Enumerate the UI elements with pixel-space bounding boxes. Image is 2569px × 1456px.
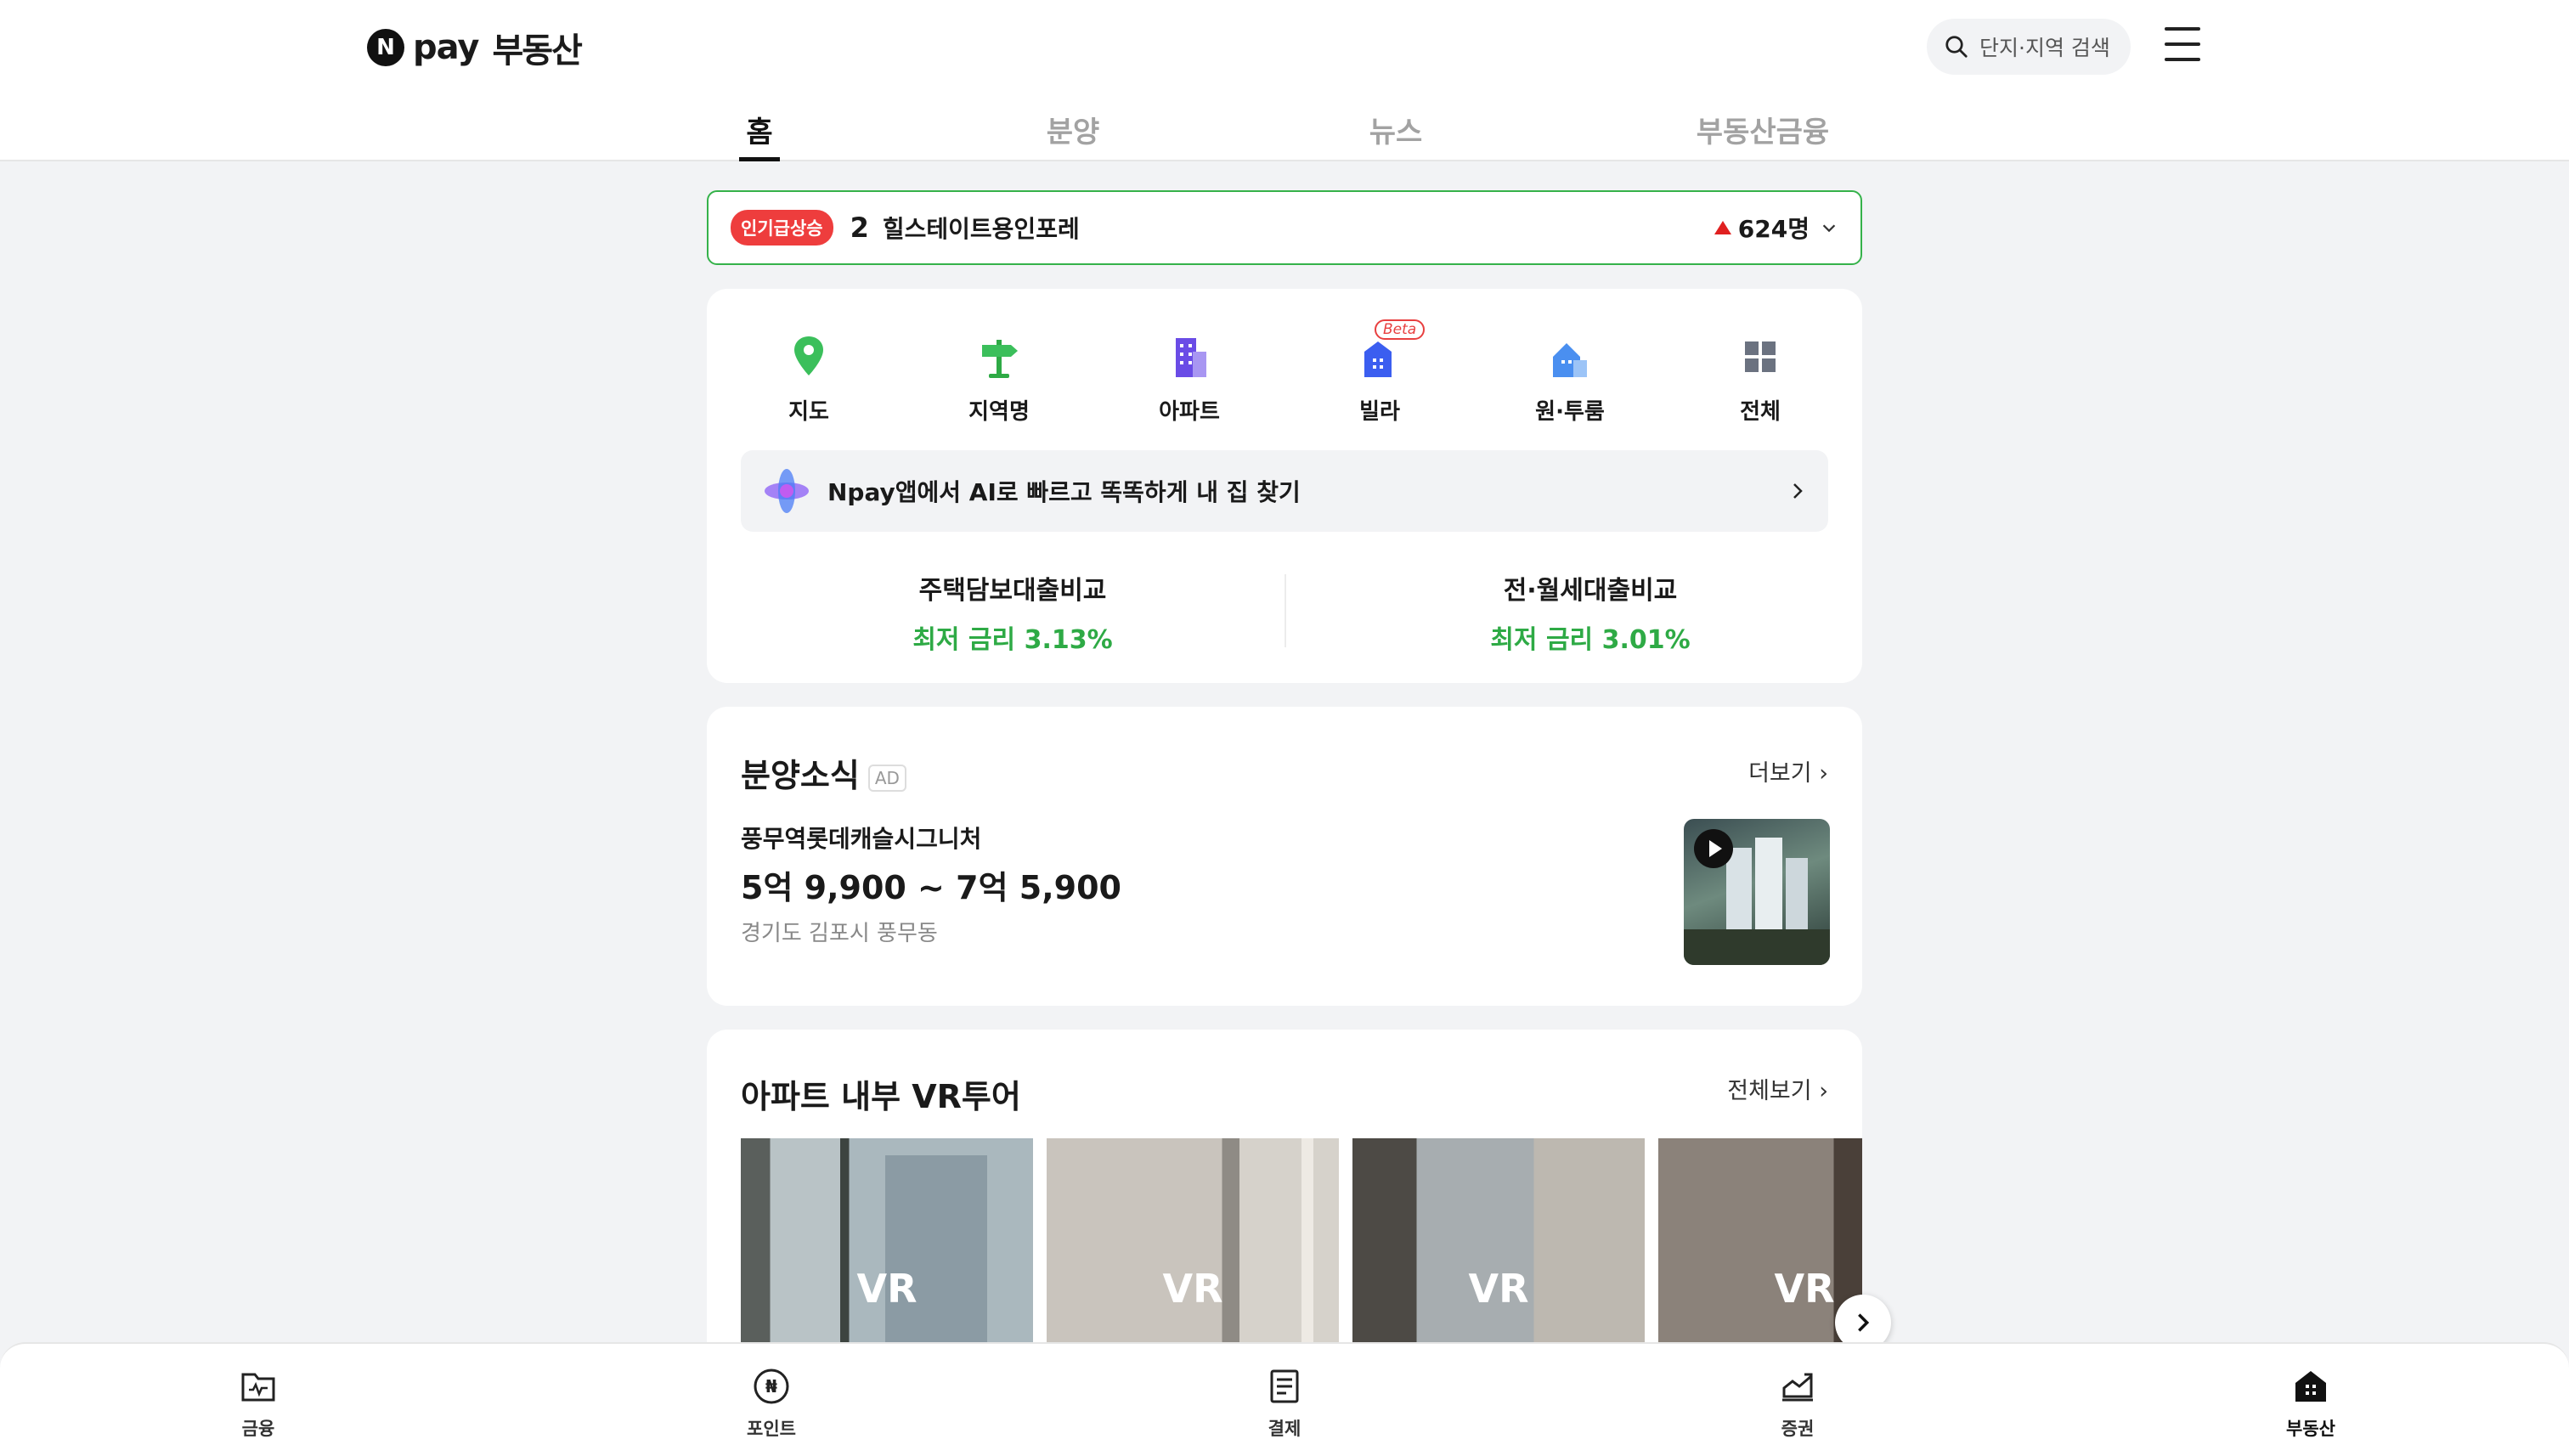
- trending-count: 624명: [1714, 211, 1838, 245]
- trending-banner[interactable]: 인기급상승 2 힐스테이트용인포레 624명: [707, 190, 1862, 265]
- vr-360-icon: VR: [1162, 1266, 1223, 1312]
- rent-loan-compare[interactable]: 전·월세대출비교 최저 금리 3.01%: [1318, 569, 1862, 656]
- chevron-right-icon: [1858, 1313, 1870, 1332]
- tab-home[interactable]: 홈: [739, 109, 780, 161]
- vr-360-icon: VR: [856, 1266, 918, 1312]
- tab-real-estate-finance[interactable]: 부동산금융: [1691, 109, 1835, 161]
- trending-complex-name: 힐스테이트용인포레: [882, 215, 1080, 243]
- loan-rate: 최저 금리 3.01%: [1490, 625, 1691, 655]
- receipt-icon: [1270, 1369, 1299, 1403]
- top-header: N pay 부동산 단지·지역 검색 홈 분양 뉴스 부동산금융: [0, 0, 2569, 161]
- stock-chart-icon: [1782, 1373, 1813, 1402]
- vr-tour-thumbnail[interactable]: VR: [741, 1138, 1033, 1351]
- up-arrow-icon: [1714, 221, 1731, 234]
- loan-rate: 최저 금리 3.13%: [912, 625, 1113, 655]
- category-region[interactable]: 지역명: [948, 331, 1050, 426]
- loan-title: 주택담보대출비교: [918, 576, 1107, 606]
- trending-count-text: 624명: [1737, 215, 1810, 243]
- category-room[interactable]: 원·투룸: [1519, 331, 1621, 426]
- vr-tour-thumbnail[interactable]: VR: [1047, 1138, 1339, 1351]
- category-label: 지역명: [968, 399, 1030, 425]
- chevron-down-icon[interactable]: [1820, 218, 1838, 237]
- home-building-icon: [2295, 1371, 2326, 1402]
- logo-service-text: 부동산: [492, 31, 582, 71]
- logo-pay-text: pay: [413, 28, 479, 67]
- category-label: 원·투룸: [1535, 399, 1605, 425]
- presale-more-link[interactable]: 더보기 ›: [1748, 754, 1828, 787]
- mortgage-loan-compare[interactable]: 주택담보대출비교 최저 금리 3.13%: [741, 569, 1284, 656]
- vr-tour-thumbnail[interactable]: VR: [1352, 1138, 1645, 1351]
- point-coin-icon: ₦: [754, 1369, 789, 1404]
- search-placeholder: 단지·지역 검색: [1979, 36, 2110, 60]
- tab-news[interactable]: 뉴스: [1368, 109, 1424, 161]
- tab-presale[interactable]: 분양: [1045, 109, 1101, 161]
- npay-logo-icon: N: [367, 29, 404, 66]
- nav-payment[interactable]: 결제: [1225, 1366, 1344, 1441]
- chevron-right-icon: [1793, 483, 1803, 499]
- nav-real-estate[interactable]: 부동산: [2251, 1366, 2370, 1441]
- play-icon[interactable]: [1694, 829, 1733, 868]
- category-villa[interactable]: Beta 빌라: [1329, 319, 1431, 426]
- category-all[interactable]: 전체: [1709, 331, 1811, 426]
- bottom-navigation: 금융 ₦ 포인트 결제 증권 부동산: [0, 1342, 2569, 1456]
- trending-rank: 2: [850, 212, 869, 244]
- vr-more-link[interactable]: 전체보기 ›: [1727, 1072, 1828, 1105]
- nav-point[interactable]: ₦ 포인트: [712, 1366, 831, 1441]
- presale-section-title: 분양소식 AD: [741, 749, 906, 796]
- apartment-icon: [1164, 331, 1215, 382]
- presale-video-thumbnail[interactable]: [1684, 819, 1830, 965]
- presale-news-card: 분양소식 AD 더보기 › 풍무역롯데캐슬시그니처 5억 9,900 ~ 7억 5…: [707, 707, 1862, 1006]
- category-label: 전체: [1740, 399, 1781, 425]
- villa-icon: Beta: [1354, 319, 1426, 382]
- npay-real-estate-logo[interactable]: N pay 부동산: [367, 25, 583, 71]
- main-category-card: 지도 지역명 아파트 Beta 빌라 원·투룸 전체 Npay앱에서 AI로 빠…: [707, 289, 1862, 683]
- room-icon: [1544, 331, 1595, 382]
- ad-badge: AD: [867, 764, 906, 792]
- svg-text:₦: ₦: [765, 1376, 777, 1397]
- beta-badge: Beta: [1375, 319, 1426, 340]
- grid-icon: [1735, 331, 1786, 382]
- ai-sparkle-icon: [765, 469, 809, 513]
- vr-360-icon: VR: [1774, 1266, 1835, 1312]
- search-button[interactable]: 단지·지역 검색: [1927, 19, 2131, 75]
- category-label: 아파트: [1159, 399, 1220, 425]
- ai-search-banner[interactable]: Npay앱에서 AI로 빠르고 똑똑하게 내 집 찾기: [741, 450, 1828, 532]
- presale-location: 경기도 김포시 풍무동: [741, 921, 938, 946]
- presale-complex-name[interactable]: 풍무역롯데캐슬시그니처: [741, 821, 981, 855]
- category-apartment[interactable]: 아파트: [1138, 331, 1240, 426]
- hamburger-menu-icon[interactable]: [2165, 27, 2200, 65]
- finance-folder-icon: [241, 1373, 275, 1402]
- nav-securities[interactable]: 증권: [1738, 1366, 1857, 1441]
- category-map[interactable]: 지도: [758, 331, 860, 426]
- signpost-icon: [974, 331, 1025, 382]
- map-pin-icon: [783, 331, 834, 382]
- loan-title: 전·월세대출비교: [1503, 576, 1678, 606]
- vr-tour-card: 아파트 내부 VR투어 전체보기 › VR VR VR VR: [707, 1030, 1862, 1369]
- nav-finance[interactable]: 금융: [199, 1366, 318, 1441]
- ai-banner-text: Npay앱에서 AI로 빠르고 똑똑하게 내 집 찾기: [827, 478, 1301, 506]
- presale-price-range: 5억 9,900 ~ 7억 5,900: [741, 869, 1121, 906]
- vr-360-icon: VR: [1468, 1266, 1529, 1312]
- trending-badge: 인기급상승: [731, 210, 833, 245]
- loan-divider: [1284, 574, 1286, 647]
- vr-tour-thumbnail[interactable]: VR: [1658, 1138, 1862, 1351]
- category-label: 지도: [788, 399, 829, 425]
- category-label: 빌라: [1359, 399, 1400, 425]
- search-icon: [1945, 36, 1968, 58]
- vr-section-title: 아파트 내부 VR투어: [741, 1078, 1021, 1115]
